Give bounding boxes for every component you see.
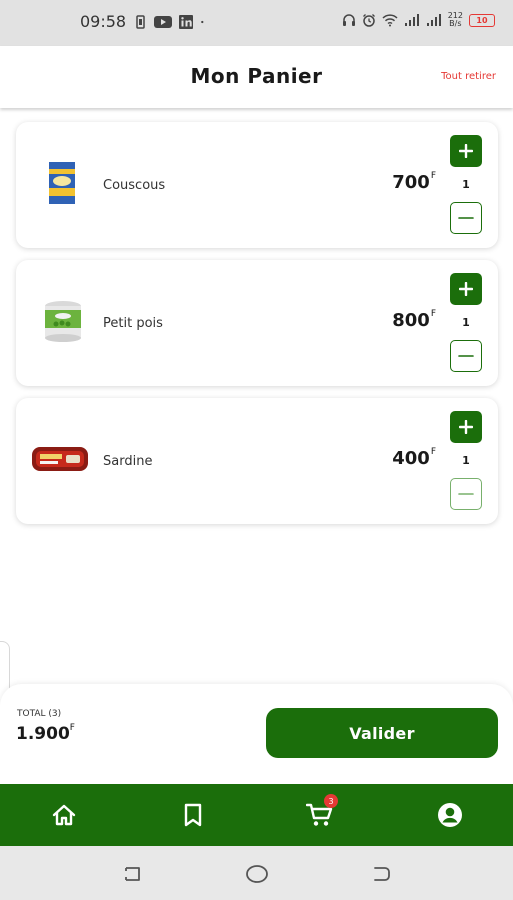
linkedin-icon xyxy=(179,14,194,29)
increase-quantity-button[interactable] xyxy=(450,273,482,305)
cart-item: Couscous 700F 1 xyxy=(16,122,498,248)
total-label: TOTAL (3) xyxy=(17,709,62,719)
cart-item: Sardine 400F 1 xyxy=(16,398,498,524)
price-amount: 400 xyxy=(392,448,430,469)
recents-icon xyxy=(125,867,140,881)
youtube-icon xyxy=(154,15,173,28)
network-speed-unit: B/s xyxy=(449,19,462,28)
checkout-bar: TOTAL (3) 1.900F Valider xyxy=(0,684,513,784)
product-price: 800F xyxy=(392,309,436,331)
app-header: Mon Panier Tout retirer xyxy=(0,46,513,108)
price-currency: F xyxy=(430,309,436,319)
nav-bookmarks[interactable] xyxy=(178,800,208,830)
price-amount: 800 xyxy=(392,310,430,331)
home-icon xyxy=(52,804,76,826)
system-nav-bar xyxy=(0,846,513,900)
product-image-petit-pois xyxy=(45,301,81,342)
dot-icon xyxy=(201,20,204,23)
product-price: 700F xyxy=(392,171,436,193)
status-right: 212 B/s 10 xyxy=(342,12,495,28)
signal-icon xyxy=(404,14,419,26)
price-currency: F xyxy=(430,171,436,181)
validate-button[interactable]: Valider xyxy=(266,708,498,758)
battery-indicator: 10 xyxy=(469,13,495,27)
quantity-value: 1 xyxy=(462,178,470,191)
product-image-couscous xyxy=(49,162,75,204)
page-title: Mon Panier xyxy=(190,64,323,88)
wifi-icon xyxy=(382,14,398,27)
decrease-quantity-button[interactable] xyxy=(450,202,482,234)
quantity-value: 1 xyxy=(462,316,470,329)
product-name: Couscous xyxy=(103,178,166,193)
network-speed: 212 B/s xyxy=(448,12,463,28)
back-icon xyxy=(374,867,390,881)
back-button[interactable] xyxy=(371,864,393,884)
headphones-icon xyxy=(342,14,355,26)
remove-all-button[interactable]: Tout retirer xyxy=(441,71,496,82)
status-bar: 09:58 212 B/s 10 xyxy=(0,0,513,46)
status-left: 09:58 xyxy=(80,12,208,31)
minus-icon xyxy=(458,355,474,357)
alarm-icon xyxy=(362,14,375,27)
decrease-quantity-button[interactable] xyxy=(450,478,482,510)
account-icon xyxy=(438,803,462,827)
cart-badge: 3 xyxy=(324,794,338,808)
bookmark-icon xyxy=(184,803,202,827)
total-amount: 1.900 xyxy=(16,724,70,744)
plus-icon xyxy=(459,420,473,434)
plus-icon xyxy=(459,282,473,296)
price-currency: F xyxy=(430,447,436,457)
home-system-button[interactable] xyxy=(246,864,268,884)
nav-cart[interactable]: 3 xyxy=(305,794,338,830)
product-price: 400F xyxy=(392,447,436,469)
signal-2-icon xyxy=(426,14,441,26)
nav-home[interactable] xyxy=(49,800,79,830)
plus-icon xyxy=(459,144,473,158)
status-time: 09:58 xyxy=(80,12,127,31)
product-image-sardine xyxy=(32,447,88,471)
cart-item: Petit pois 800F 1 xyxy=(16,260,498,386)
battery-saver-icon xyxy=(136,14,145,29)
minus-icon xyxy=(458,493,474,495)
product-name: Petit pois xyxy=(103,316,163,331)
total-currency: F xyxy=(69,723,75,734)
increase-quantity-button[interactable] xyxy=(450,135,482,167)
recents-button[interactable] xyxy=(121,864,143,884)
minus-icon xyxy=(458,217,474,219)
quantity-value: 1 xyxy=(462,454,470,467)
increase-quantity-button[interactable] xyxy=(450,411,482,443)
price-amount: 700 xyxy=(392,172,430,193)
total-value: 1.900F xyxy=(16,723,75,744)
circle-home-icon xyxy=(246,865,268,883)
bottom-nav: 3 xyxy=(0,784,513,846)
product-name: Sardine xyxy=(103,454,153,469)
decrease-quantity-button[interactable] xyxy=(450,340,482,372)
nav-account[interactable] xyxy=(435,800,465,830)
